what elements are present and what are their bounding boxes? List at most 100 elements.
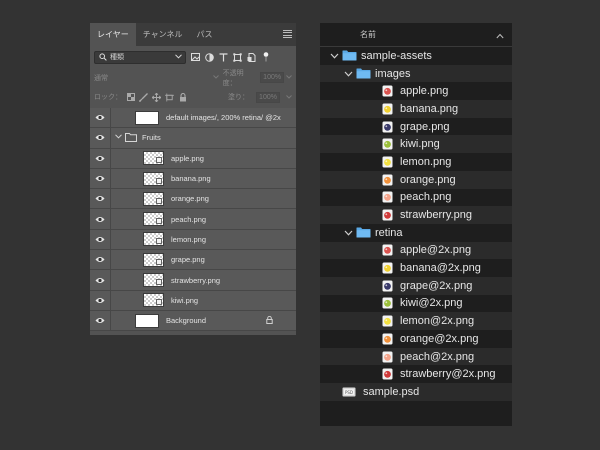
layer-name: Background <box>166 316 207 326</box>
file-row[interactable]: strawberry@2x.png <box>320 365 512 383</box>
sort-ascending-icon[interactable] <box>496 30 504 42</box>
chevron-down-icon <box>286 94 292 101</box>
layer-thumbnail <box>135 313 159 328</box>
pixel-filter-icon[interactable] <box>191 53 200 62</box>
visibility-eye-icon[interactable] <box>90 134 110 141</box>
image-file-icon <box>382 121 393 133</box>
image-file-icon <box>382 85 393 97</box>
visibility-eye-icon[interactable] <box>90 195 110 202</box>
file-row[interactable]: apple.png <box>320 82 512 100</box>
visibility-eye-icon[interactable] <box>90 114 110 121</box>
visibility-eye-icon[interactable] <box>90 236 110 243</box>
file-name: lemon@2x.png <box>400 315 475 328</box>
layer-name: orange.png <box>171 194 209 204</box>
smart-object-badge-icon <box>156 279 162 286</box>
image-file-icon <box>382 315 393 327</box>
visibility-eye-icon[interactable] <box>90 155 110 162</box>
layer-row[interactable]: default images/, 200% retina/ @2x <box>90 107 296 129</box>
panel-menu-icon[interactable] <box>283 30 292 38</box>
file-row[interactable]: PSD sample.psd <box>320 383 512 401</box>
smart-object-badge-icon <box>156 197 162 204</box>
lock-all-icon[interactable] <box>178 92 187 102</box>
layer-row[interactable]: Background <box>90 310 296 332</box>
adjustment-filter-icon[interactable] <box>205 52 214 62</box>
smart-object-filter-icon[interactable] <box>247 52 256 62</box>
opacity-label: 不透明度： <box>222 69 244 87</box>
file-row[interactable]: grape@2x.png <box>320 276 512 295</box>
smart-object-badge-icon <box>156 299 162 306</box>
image-file-icon <box>382 138 393 150</box>
file-row[interactable]: orange@2x.png <box>320 330 512 348</box>
column-header[interactable]: 名前 <box>320 23 512 47</box>
chevron-down-icon[interactable] <box>115 134 123 141</box>
layer-row[interactable]: Fruits <box>90 127 296 149</box>
image-file-icon <box>382 297 393 309</box>
layer-row[interactable]: strawberry.png <box>90 270 296 291</box>
fill-field[interactable]: 100% <box>256 91 280 103</box>
filter-toggle-icon[interactable] <box>261 52 270 62</box>
visibility-eye-icon[interactable] <box>90 216 110 223</box>
file-row[interactable]: kiwi@2x.png <box>320 295 512 313</box>
file-row[interactable]: kiwi.png <box>320 135 512 154</box>
visibility-eye-icon[interactable] <box>90 297 110 304</box>
image-file-icon <box>382 191 393 203</box>
layer-row[interactable]: peach.png <box>90 209 296 230</box>
layer-filter-select[interactable]: 種類 <box>94 50 186 64</box>
layer-row[interactable]: orange.png <box>90 188 296 210</box>
layers-list: default images/, 200% retina/ @2x Fruits a… <box>90 107 296 332</box>
shape-filter-icon[interactable] <box>233 52 242 62</box>
disclosure-chevron-icon[interactable] <box>344 228 353 237</box>
image-file-icon <box>382 209 393 221</box>
visibility-eye-icon[interactable] <box>90 175 110 182</box>
lock-label: ロック： <box>94 94 122 101</box>
layer-row[interactable]: apple.png <box>90 148 296 169</box>
visibility-eye-icon[interactable] <box>90 256 110 263</box>
file-name: strawberry@2x.png <box>400 368 496 381</box>
folder-icon <box>356 227 371 238</box>
file-name: peach.png <box>400 191 452 204</box>
opacity-field[interactable]: 100% <box>260 72 284 83</box>
file-row[interactable]: peach.png <box>320 189 512 207</box>
lock-artboard-icon[interactable] <box>165 92 174 102</box>
tab-paths[interactable]: パス <box>190 23 220 46</box>
file-row[interactable]: apple@2x.png <box>320 241 512 260</box>
image-file-icon <box>382 174 393 186</box>
type-filter-icon[interactable] <box>219 52 228 62</box>
folder-row[interactable]: images <box>320 64 512 83</box>
layer-thumbnail <box>143 252 164 267</box>
fill-label: 塗り： <box>228 94 249 101</box>
folder-row[interactable]: sample-assets <box>320 47 512 65</box>
lock-image-brush-icon[interactable] <box>139 92 148 102</box>
disclosure-chevron-icon[interactable] <box>344 69 353 78</box>
tab-channels[interactable]: チャンネル <box>136 23 190 46</box>
file-row[interactable]: lemon@2x.png <box>320 312 512 330</box>
chevron-down-icon <box>175 53 182 61</box>
image-file-icon <box>382 244 393 256</box>
file-row[interactable]: lemon.png <box>320 153 512 171</box>
layer-row[interactable]: banana.png <box>90 168 296 190</box>
visibility-eye-icon[interactable] <box>90 317 110 324</box>
lock-transparent-icon[interactable] <box>126 93 135 102</box>
lock-position-move-icon[interactable] <box>152 92 161 102</box>
layer-row[interactable]: kiwi.png <box>90 290 296 311</box>
folder-icon <box>356 68 371 79</box>
tab-layers[interactable]: レイヤー <box>90 23 136 46</box>
image-file-icon <box>382 368 393 380</box>
disclosure-chevron-icon[interactable] <box>330 51 339 60</box>
layer-row[interactable]: lemon.png <box>90 229 296 251</box>
file-row[interactable]: peach@2x.png <box>320 347 512 366</box>
file-row[interactable]: strawberry.png <box>320 206 512 224</box>
file-row[interactable]: orange.png <box>320 170 512 189</box>
lock-row: ロック： 塗り： 100% <box>90 87 296 107</box>
file-row[interactable]: banana.png <box>320 100 512 118</box>
folder-row[interactable]: retina <box>320 224 512 242</box>
file-name: grape.png <box>400 120 450 133</box>
smart-object-badge-icon <box>156 238 162 245</box>
blend-mode-select[interactable]: 通常 <box>94 73 213 83</box>
visibility-eye-icon[interactable] <box>90 277 110 284</box>
layer-row[interactable]: grape.png <box>90 249 296 271</box>
file-row[interactable]: banana@2x.png <box>320 259 512 277</box>
file-row[interactable]: grape.png <box>320 118 512 136</box>
blend-row: 通常 不透明度： 100% <box>90 68 296 87</box>
file-name: sample-assets <box>361 49 432 62</box>
